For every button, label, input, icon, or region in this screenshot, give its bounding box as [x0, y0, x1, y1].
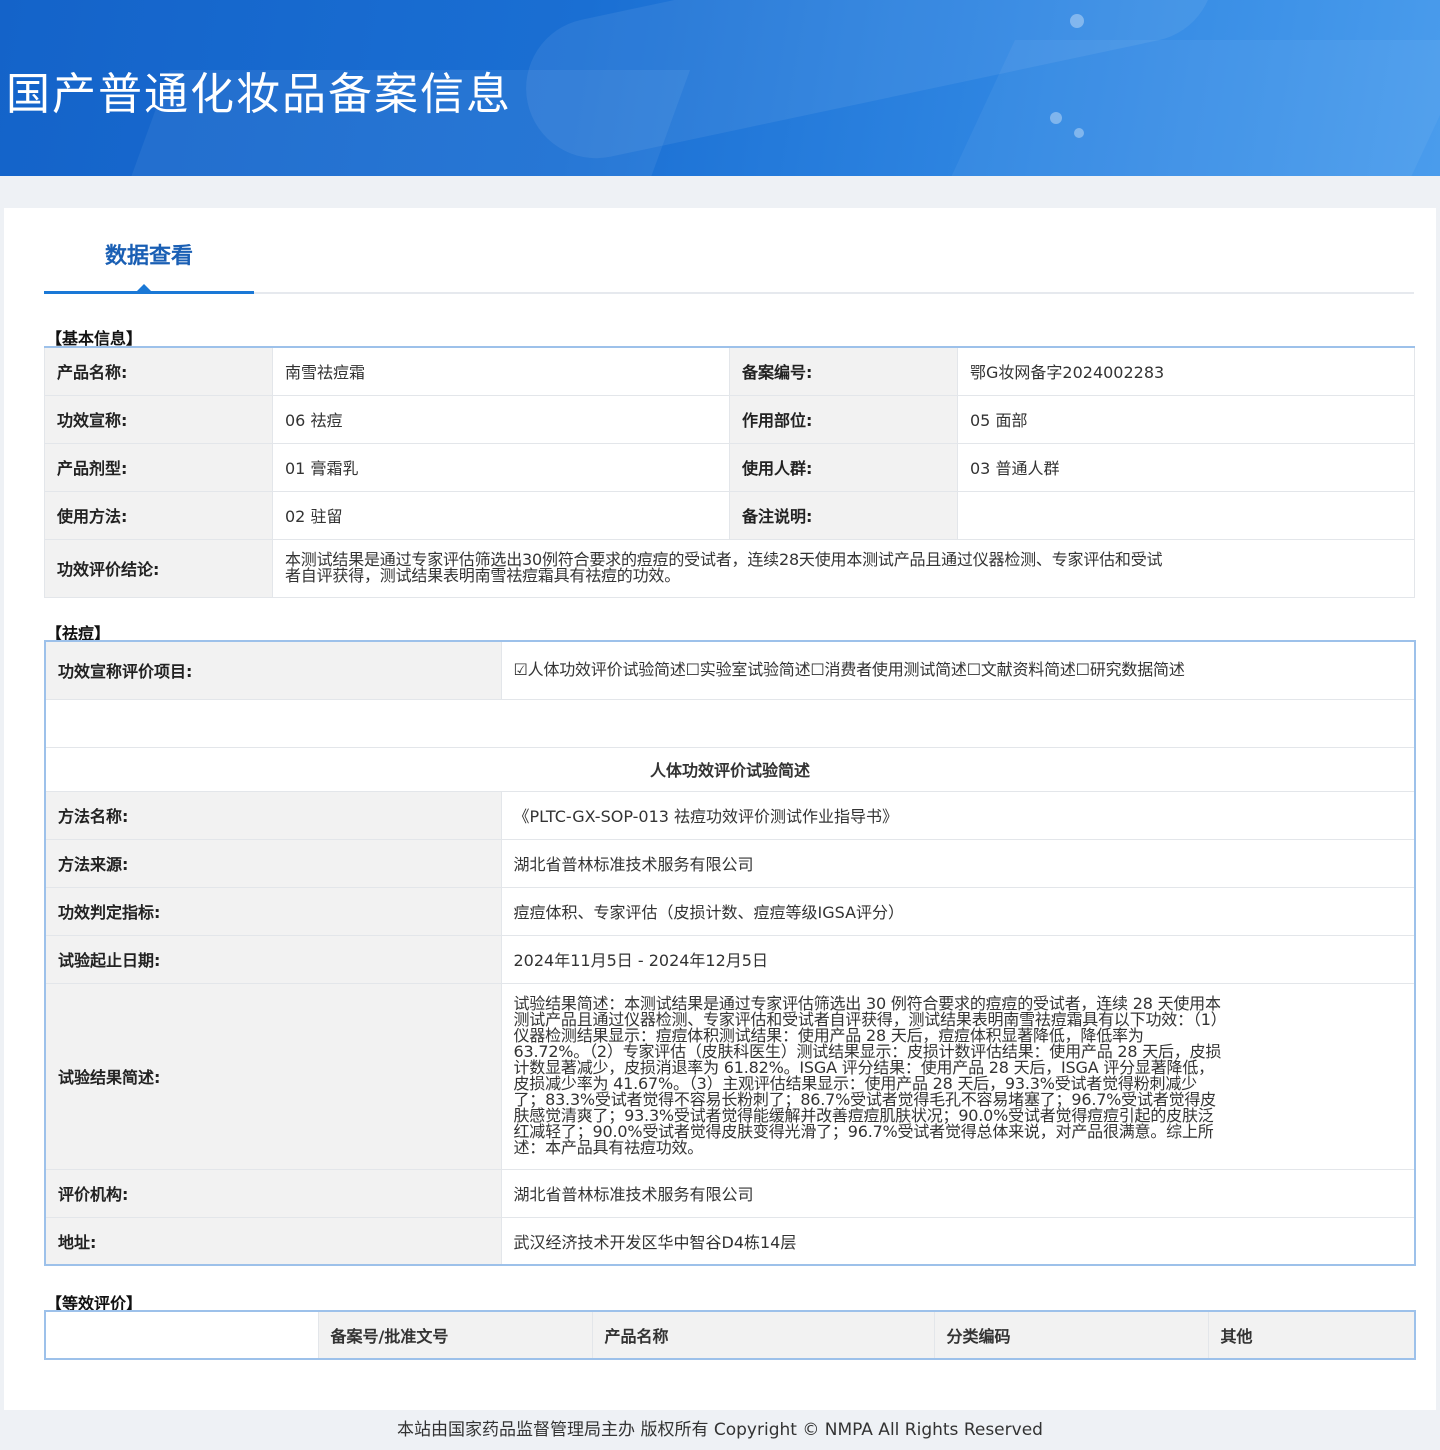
method-source-value: 湖北省普林标准技术服务有限公司: [500, 838, 1416, 888]
table-row: 产品剂型: 01 膏霜乳 使用人群: 03 普通人群: [44, 442, 1415, 492]
conclusion-value: 本测试结果是通过专家评估筛选出30例符合要求的痘痘的受试者，连续28天使用本测试…: [272, 538, 1415, 598]
method-name-label: 方法名称:: [44, 790, 502, 840]
indicator-value: 痘痘体积、专家评估（皮损计数、痘痘等级IGSA评分）: [500, 886, 1416, 936]
product-name-value: 南雪祛痘霜: [272, 346, 730, 396]
subsection-title: 人体功效评价试验简述: [44, 746, 1416, 792]
empty-row: [44, 698, 1416, 748]
table-header-row: 备案号/批准文号 产品名称 分类编码 其他: [44, 1310, 1416, 1360]
efficacy-label: 功效宣称:: [44, 394, 273, 444]
result-summary-label: 试验结果简述:: [44, 982, 502, 1170]
table-row: [44, 698, 1416, 748]
table-row: 功效宣称: 06 祛痘 作用部位: 05 面部: [44, 394, 1415, 444]
table-row: 方法名称: 《PLTC-GX-SOP-013 祛痘功效评价测试作业指导书》: [44, 790, 1416, 840]
table-row: 使用方法: 02 驻留 备注说明:: [44, 490, 1415, 540]
users-value: 03 普通人群: [957, 442, 1415, 492]
tab-label: 数据查看: [104, 244, 193, 269]
site-label: 作用部位:: [729, 394, 958, 444]
table-row: 功效评价结论: 本测试结果是通过专家评估筛选出30例符合要求的痘痘的受试者，连续…: [44, 538, 1415, 598]
product-name-label: 产品名称:: [44, 346, 273, 396]
content-card: 数据查看 【基本信息】 产品名称: 南雪祛痘霜 备案编号: 鄂G妆网备字2024…: [4, 208, 1436, 1410]
result-summary-value: 试验结果简述：本测试结果是通过专家评估筛选出 30 例符合要求的痘痘的受试者，连…: [500, 982, 1416, 1170]
conclusion-label: 功效评价结论:: [44, 538, 273, 598]
banner-decoration: [945, 40, 1440, 176]
users-label: 使用人群:: [729, 442, 958, 492]
table-row: 试验结果简述: 试验结果简述：本测试结果是通过专家评估筛选出 30 例符合要求的…: [44, 982, 1416, 1170]
site-value: 05 面部: [957, 394, 1415, 444]
table-header-cell: 备案号/批准文号: [317, 1310, 593, 1360]
method-name-value: 《PLTC-GX-SOP-013 祛痘功效评价测试作业指导书》: [500, 790, 1416, 840]
table-header-cell: 其他: [1207, 1310, 1416, 1360]
tab-active-caret: [136, 284, 152, 292]
page-title: 国产普通化妆品备案信息: [6, 69, 512, 120]
tab-bar: 数据查看: [44, 234, 1414, 294]
remark-value: [957, 490, 1415, 540]
dosage-label: 产品剂型:: [44, 442, 273, 492]
dosage-value: 01 膏霜乳: [272, 442, 730, 492]
eval-items-value: ☑人体功效评价试验简述☐实验室试验简述☐消费者使用测试简述☐文献资料简述☐研究数…: [500, 640, 1416, 700]
test-dates-label: 试验起止日期:: [44, 934, 502, 984]
eval-items-label: 功效宣称评价项目:: [44, 640, 502, 700]
indicator-label: 功效判定指标:: [44, 886, 502, 936]
table-row: 试验起止日期: 2024年11月5日 - 2024年12月5日: [44, 934, 1416, 984]
method-source-label: 方法来源:: [44, 838, 502, 888]
table-row: 地址: 武汉经济技术开发区华中智谷D4栋14层: [44, 1216, 1416, 1266]
eval-org-label: 评价机构:: [44, 1168, 502, 1218]
basic-info-table: 产品名称: 南雪祛痘霜 备案编号: 鄂G妆网备字2024002283 功效宣称:…: [44, 346, 1415, 598]
table-header-cell: 分类编码: [933, 1310, 1209, 1360]
tab-data-view[interactable]: 数据查看: [44, 234, 254, 294]
banner-dot: [1050, 112, 1062, 124]
record-no-label: 备案编号:: [729, 346, 958, 396]
test-dates-value: 2024年11月5日 - 2024年12月5日: [500, 934, 1416, 984]
table-row: 评价机构: 湖北省普林标准技术服务有限公司: [44, 1168, 1416, 1218]
table-row: 功效判定指标: 痘痘体积、专家评估（皮损计数、痘痘等级IGSA评分）: [44, 886, 1416, 936]
table-row: 人体功效评价试验简述: [44, 746, 1416, 792]
banner-dot: [1070, 14, 1084, 28]
header-banner: 国产普通化妆品备案信息: [0, 0, 1440, 176]
address-label: 地址:: [44, 1216, 502, 1266]
table-row: 产品名称: 南雪祛痘霜 备案编号: 鄂G妆网备字2024002283: [44, 346, 1415, 396]
remark-label: 备注说明:: [729, 490, 958, 540]
acne-table: 功效宣称评价项目: ☑人体功效评价试验简述☐实验室试验简述☐消费者使用测试简述☐…: [44, 640, 1416, 1266]
table-row: 方法来源: 湖北省普林标准技术服务有限公司: [44, 838, 1416, 888]
banner-dot: [1074, 128, 1084, 138]
address-value: 武汉经济技术开发区华中智谷D4栋14层: [500, 1216, 1416, 1266]
table-header-cell: 产品名称: [591, 1310, 935, 1360]
record-no-value: 鄂G妆网备字2024002283: [957, 346, 1415, 396]
usage-method-label: 使用方法:: [44, 490, 273, 540]
table-header-cell: [44, 1310, 319, 1360]
equiv-table: 备案号/批准文号 产品名称 分类编码 其他: [44, 1310, 1416, 1360]
footer-copyright: 本站由国家药品监督管理局主办 版权所有 Copyright © NMPA All…: [397, 1420, 1043, 1440]
usage-method-value: 02 驻留: [272, 490, 730, 540]
efficacy-value: 06 祛痘: [272, 394, 730, 444]
table-row: 功效宣称评价项目: ☑人体功效评价试验简述☐实验室试验简述☐消费者使用测试简述☐…: [44, 640, 1416, 700]
eval-org-value: 湖北省普林标准技术服务有限公司: [500, 1168, 1416, 1218]
